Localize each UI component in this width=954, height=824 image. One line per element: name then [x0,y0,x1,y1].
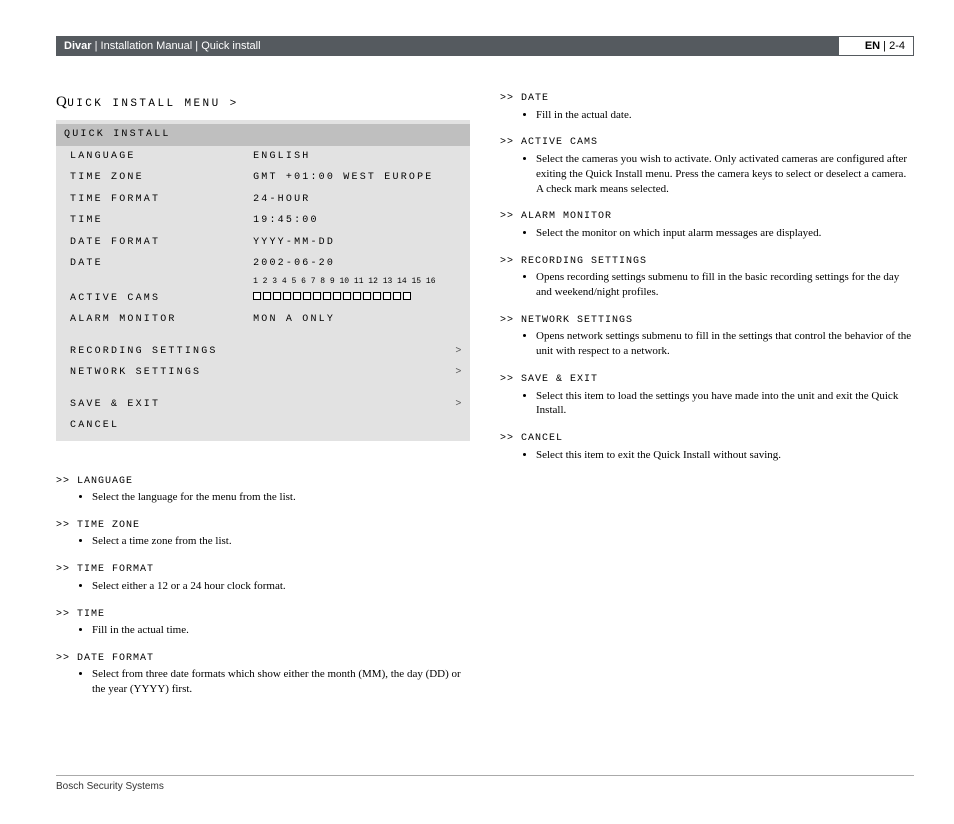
doc-item: >> CANCEL Select this item to exit the Q… [500,432,914,462]
section-title: QUICK INSTALL MENU > [56,92,470,112]
right-column: >> DATE Fill in the actual date. >> ACTI… [500,92,914,697]
qi-row-cancel: CANCEL [56,415,470,437]
cam-box [323,292,331,300]
qi-cam-numbers: 1 2 3 4 5 6 7 8 9 10 11 12 13 14 15 16 [56,275,470,288]
cam-box [313,292,321,300]
cam-checkboxes [253,292,462,300]
header-right: EN | 2-4 [839,36,914,56]
qi-row-alarm-monitor: ALARM MONITOR MON A ONLY [56,309,470,331]
qi-row-timezone: TIME ZONE GMT +01:00 WEST EUROPE [56,167,470,189]
doc-item: >> TIME ZONE Select a time zone from the… [56,519,470,549]
qi-row-network: NETWORK SETTINGS > [56,362,470,384]
left-column: QUICK INSTALL MENU > QUICK INSTALL LANGU… [56,92,470,697]
cam-box [353,292,361,300]
cam-box [343,292,351,300]
header-left: Divar | Installation Manual | Quick inst… [56,36,839,56]
doc-item: >> NETWORK SETTINGS Opens network settin… [500,314,914,359]
quick-install-panel: QUICK INSTALL LANGUAGE ENGLISH TIME ZONE… [56,120,470,440]
qi-row-date: DATE 2002-06-20 [56,253,470,275]
doc-item: >> SAVE & EXIT Select this item to load … [500,373,914,418]
cam-box [263,292,271,300]
product-name: Divar [64,40,92,52]
page-footer: Bosch Security Systems [56,775,914,794]
doc-item: >> TIME FORMAT Select either a 12 or a 2… [56,563,470,593]
doc-item: >> DATE Fill in the actual date. [500,92,914,122]
qi-row-timeformat: TIME FORMAT 24-HOUR [56,189,470,211]
qi-row-active-cams: ACTIVE CAMS [56,288,470,310]
doc-item: >> DATE FORMAT Select from three date fo… [56,652,470,697]
qi-row-recording: RECORDING SETTINGS > [56,341,470,363]
cam-box [363,292,371,300]
qi-row-language: LANGUAGE ENGLISH [56,146,470,168]
page-header: Divar | Installation Manual | Quick inst… [56,36,914,56]
doc-item: >> ALARM MONITOR Select the monitor on w… [500,210,914,240]
cam-box [383,292,391,300]
cam-box [393,292,401,300]
doc-item: >> RECORDING SETTINGS Opens recording se… [500,255,914,300]
qi-row-dateformat: DATE FORMAT YYYY-MM-DD [56,232,470,254]
cam-box [403,292,411,300]
cam-box [373,292,381,300]
cam-box [253,292,261,300]
doc-item: >> TIME Fill in the actual time. [56,608,470,638]
cam-box [333,292,341,300]
doc-item: >> ACTIVE CAMS Select the cameras you wi… [500,136,914,196]
doc-item: >> LANGUAGE Select the language for the … [56,475,470,505]
qi-row-time: TIME 19:45:00 [56,210,470,232]
cam-box [283,292,291,300]
cam-box [273,292,281,300]
cam-box [293,292,301,300]
qi-row-save: SAVE & EXIT > [56,394,470,416]
qi-title: QUICK INSTALL [56,124,470,146]
cam-box [303,292,311,300]
